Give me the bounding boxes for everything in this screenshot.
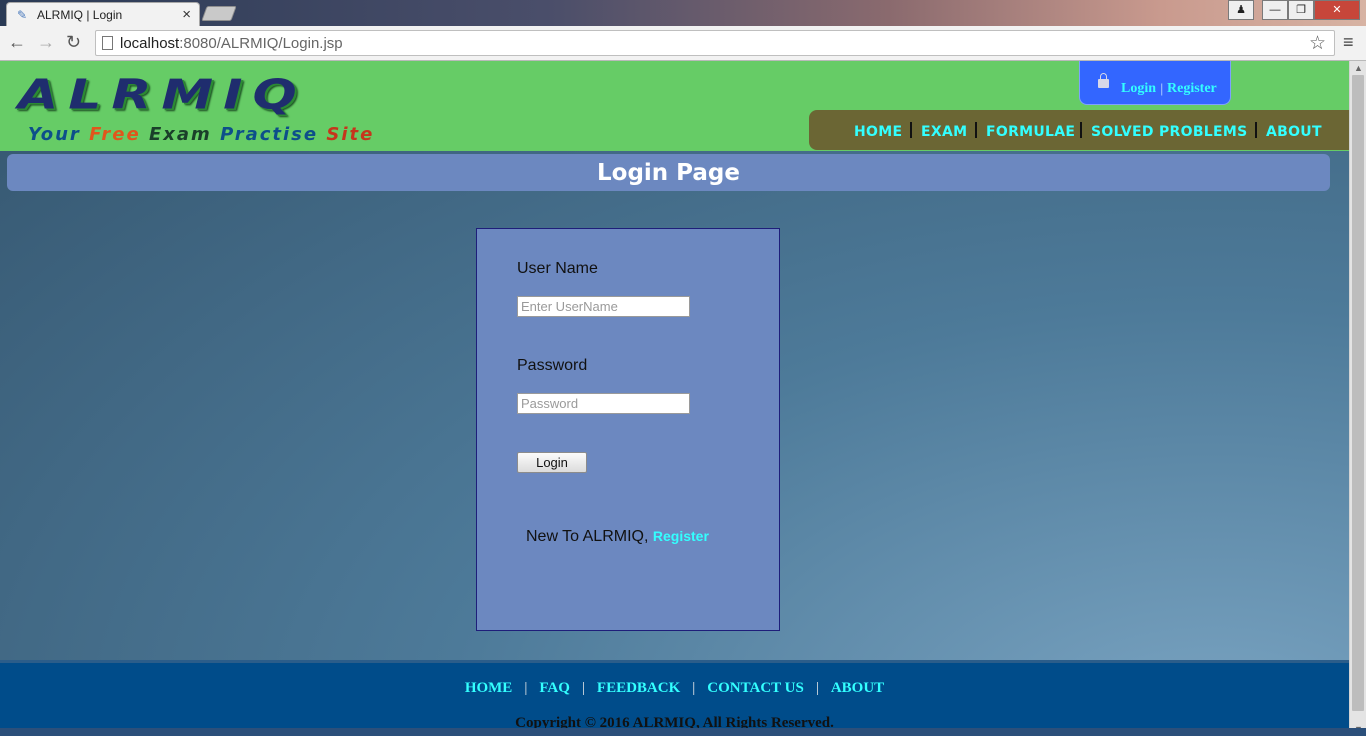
- auth-separator: |: [1160, 81, 1164, 96]
- browser-menu-icon[interactable]: ≡: [1343, 32, 1354, 53]
- browser-tab[interactable]: ✎ ALRMIQ | Login ×: [6, 2, 200, 26]
- window-close-icon[interactable]: ✕: [1314, 0, 1360, 20]
- main-nav: HOME EXAM FORMULAE SOLVED PROBLEMS ABOUT: [809, 110, 1349, 150]
- forward-icon[interactable]: →: [37, 32, 55, 53]
- nav-divider: [1255, 122, 1257, 138]
- nav-solved-problems[interactable]: SOLVED PROBLEMS: [1091, 124, 1247, 140]
- footer-link-feedback[interactable]: FEEDBACK: [597, 680, 680, 696]
- scroll-thumb[interactable]: [1352, 75, 1364, 711]
- register-link[interactable]: Register: [653, 528, 709, 544]
- site-header: ALRMIQ Your Free Exam Practise Site Logi…: [0, 61, 1349, 151]
- maximize-icon[interactable]: ❐: [1288, 0, 1314, 20]
- nav-divider: [910, 122, 912, 138]
- header-login-link[interactable]: Login: [1121, 81, 1156, 97]
- footer-link-contact[interactable]: CONTACT US: [707, 680, 804, 696]
- site-footer: HOME | FAQ | FEEDBACK | CONTACT US | ABOUT Copyr…: [0, 660, 1349, 736]
- auth-panel: Login | Register: [1079, 61, 1231, 105]
- login-form: User Name Password Login New To ALRMIQ, …: [476, 228, 780, 631]
- minimize-icon[interactable]: —: [1262, 0, 1288, 20]
- site-logo[interactable]: ALRMIQ: [18, 75, 307, 116]
- login-button[interactable]: Login: [517, 452, 587, 473]
- nav-exam[interactable]: EXAM: [921, 124, 967, 140]
- nav-formulae[interactable]: FORMULAE: [986, 124, 1075, 140]
- nav-divider: [975, 122, 977, 138]
- header-register-link[interactable]: Register: [1167, 81, 1217, 97]
- page-viewport: ALRMIQ Your Free Exam Practise Site Logi…: [0, 61, 1349, 736]
- os-taskbar: [0, 728, 1366, 736]
- lock-icon: [1098, 73, 1109, 88]
- footer-link-about[interactable]: ABOUT: [831, 680, 884, 696]
- tab-title: ALRMIQ | Login: [37, 8, 123, 22]
- url-text: localhost:8080/ALRMIQ/Login.jsp: [120, 35, 343, 52]
- footer-link-home[interactable]: HOME: [465, 680, 513, 696]
- reload-icon[interactable]: ↻: [66, 32, 81, 53]
- bookmark-star-icon[interactable]: ☆: [1309, 32, 1326, 55]
- username-label: User Name: [517, 260, 598, 277]
- password-input[interactable]: [517, 393, 690, 414]
- browser-toolbar: ← → ↻ localhost:8080/ALRMIQ/Login.jsp ☆ …: [0, 26, 1366, 61]
- nav-divider: [1080, 122, 1082, 138]
- site-tagline: Your Free Exam Practise Site: [28, 124, 375, 145]
- page-icon: [102, 36, 113, 50]
- new-user-prompt: New To ALRMIQ, Register: [526, 528, 709, 546]
- nav-about[interactable]: ABOUT: [1266, 124, 1322, 140]
- favicon-icon: ✎: [17, 8, 28, 22]
- footer-separator: |: [815, 680, 819, 696]
- footer-nav: HOME | FAQ | FEEDBACK | CONTACT US | ABOUT: [0, 680, 1349, 697]
- page-title: Login Page: [596, 160, 740, 186]
- new-user-text: New To ALRMIQ,: [526, 528, 649, 545]
- nav-home[interactable]: HOME: [854, 124, 902, 140]
- address-bar[interactable]: localhost:8080/ALRMIQ/Login.jsp ☆: [95, 30, 1335, 56]
- user-icon[interactable]: ♟: [1228, 0, 1254, 20]
- back-icon[interactable]: ←: [8, 32, 26, 53]
- footer-link-faq[interactable]: FAQ: [539, 680, 570, 696]
- page-title-bar: Login Page: [7, 154, 1330, 191]
- tab-strip: ✎ ALRMIQ | Login × ♟ — ❐ ✕: [0, 0, 1366, 26]
- footer-separator: |: [581, 680, 585, 696]
- username-input[interactable]: [517, 296, 690, 317]
- footer-separator: |: [524, 680, 528, 696]
- vertical-scrollbar[interactable]: ▲ ▼: [1349, 61, 1366, 736]
- tab-close-icon[interactable]: ×: [182, 6, 191, 23]
- footer-separator: |: [692, 680, 696, 696]
- password-label: Password: [517, 357, 588, 374]
- scroll-up-arrow-icon[interactable]: ▲: [1354, 63, 1363, 73]
- new-tab-button[interactable]: [201, 6, 237, 21]
